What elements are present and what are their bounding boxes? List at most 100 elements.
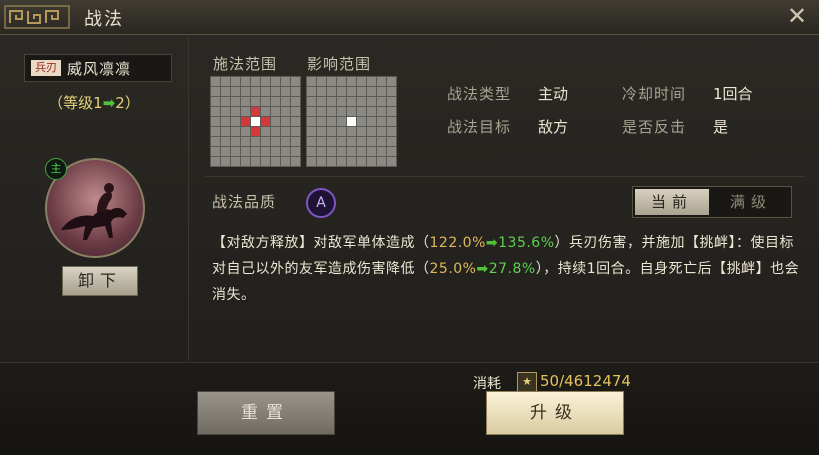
grid-cell — [317, 97, 326, 106]
hero-skill-panel: 兵刃 威风凛凛 （等级1➡2） 主 卸下 — [0, 36, 189, 361]
grid-cell — [307, 117, 316, 126]
grid-cell — [377, 117, 386, 126]
grid-cell — [327, 137, 336, 146]
skill-type-value: 主动 — [538, 85, 569, 103]
grid-cell — [231, 147, 240, 156]
unload-button[interactable]: 卸下 — [62, 266, 138, 296]
upgrade-button[interactable]: 升级 — [486, 391, 624, 435]
grid-cell — [347, 127, 356, 136]
close-button[interactable]: ✕ — [785, 4, 809, 28]
close-icon: ✕ — [786, 2, 808, 30]
grid-cell — [377, 147, 386, 156]
grid-cell — [357, 107, 366, 116]
level-prefix: （等级 — [48, 94, 94, 112]
grid-cell — [291, 97, 300, 106]
quality-grade-badge: A — [306, 188, 336, 218]
grid-cell — [241, 147, 250, 156]
grid-cell — [367, 147, 376, 156]
divider — [205, 176, 805, 177]
grid-cell — [357, 77, 366, 86]
grid-cell — [367, 107, 376, 116]
skill-description: 【对敌方释放】对敌军单体造成（122.0%➡135.6%）兵刃伤害，并施加【挑衅… — [212, 230, 802, 308]
skill-point-icon: ★ — [517, 372, 537, 392]
grid-cell — [251, 147, 260, 156]
grid-cell — [377, 97, 386, 106]
grid-cell — [281, 107, 290, 116]
grid-cell — [387, 87, 396, 96]
skill-type-tag: 兵刃 — [31, 60, 61, 76]
grid-cell — [337, 117, 346, 126]
grid-cell — [337, 107, 346, 116]
grid-cell — [307, 157, 316, 166]
grid-cell — [251, 77, 260, 86]
reduction-arrow-icon: ➡ — [476, 261, 489, 277]
grid-cell — [281, 97, 290, 106]
grid-cell — [367, 137, 376, 146]
grid-cell — [231, 117, 240, 126]
grid-cell — [271, 97, 280, 106]
grid-cell-origin — [347, 117, 356, 126]
cast-range-label: 施法范围 — [213, 55, 278, 73]
reduction-from: 25.0% — [429, 261, 477, 277]
grid-cell — [337, 87, 346, 96]
grid-cell — [347, 157, 356, 166]
grid-cell — [377, 157, 386, 166]
grid-cell — [281, 147, 290, 156]
grid-cell — [357, 97, 366, 106]
grid-cell — [387, 147, 396, 156]
grid-cell — [291, 77, 300, 86]
grid-cell — [367, 117, 376, 126]
quality-label: 战法品质 — [212, 193, 277, 211]
skill-name-box: 兵刃 威风凛凛 — [24, 54, 172, 82]
grid-cell — [347, 137, 356, 146]
grid-cell — [221, 147, 230, 156]
grid-cell — [211, 97, 220, 106]
grid-cell — [291, 147, 300, 156]
grid-cell — [387, 127, 396, 136]
grid-cell — [251, 87, 260, 96]
grid-cell — [231, 107, 240, 116]
grid-cell — [291, 157, 300, 166]
tab-max-level[interactable]: 满级 — [713, 189, 789, 215]
grid-cell — [261, 77, 270, 86]
grid-cell — [367, 157, 376, 166]
grid-cell — [231, 157, 240, 166]
grid-cell — [327, 107, 336, 116]
reset-button[interactable]: 重置 — [197, 391, 335, 435]
grid-cell — [261, 87, 270, 96]
grid-cell — [211, 107, 220, 116]
grid-cell — [387, 137, 396, 146]
grid-cell — [271, 77, 280, 86]
grid-cell — [347, 77, 356, 86]
grid-cell — [307, 97, 316, 106]
skill-window: 战法 ✕ 兵刃 威风凛凛 （等级1➡2） 主 卸下 施法范围 影响范围 战法类型… — [0, 0, 819, 455]
grid-cell — [281, 157, 290, 166]
level-change: （等级1➡2） — [0, 92, 188, 113]
grid-cell — [221, 157, 230, 166]
tab-current[interactable]: 当前 — [635, 189, 709, 215]
grid-cell — [271, 117, 280, 126]
grid-cell — [337, 97, 346, 106]
level-view-toggle: 当前 满级 — [632, 186, 792, 218]
grid-cell — [221, 127, 230, 136]
grid-cell — [241, 107, 250, 116]
grid-cell — [327, 117, 336, 126]
grid-cell-range — [261, 117, 270, 126]
grid-cell — [211, 137, 220, 146]
effect-range-label: 影响范围 — [307, 55, 372, 73]
grid-cell — [317, 157, 326, 166]
grid-cell — [271, 87, 280, 96]
grid-cell — [241, 157, 250, 166]
grid-cell — [357, 117, 366, 126]
grid-cell — [377, 127, 386, 136]
grid-cell — [387, 97, 396, 106]
grid-cell — [221, 87, 230, 96]
grid-cell — [367, 97, 376, 106]
grid-cell — [317, 137, 326, 146]
grid-cell — [317, 127, 326, 136]
grid-cell — [211, 157, 220, 166]
grid-cell — [291, 127, 300, 136]
grid-cell — [241, 97, 250, 106]
grid-cell — [327, 77, 336, 86]
grid-cell — [387, 107, 396, 116]
